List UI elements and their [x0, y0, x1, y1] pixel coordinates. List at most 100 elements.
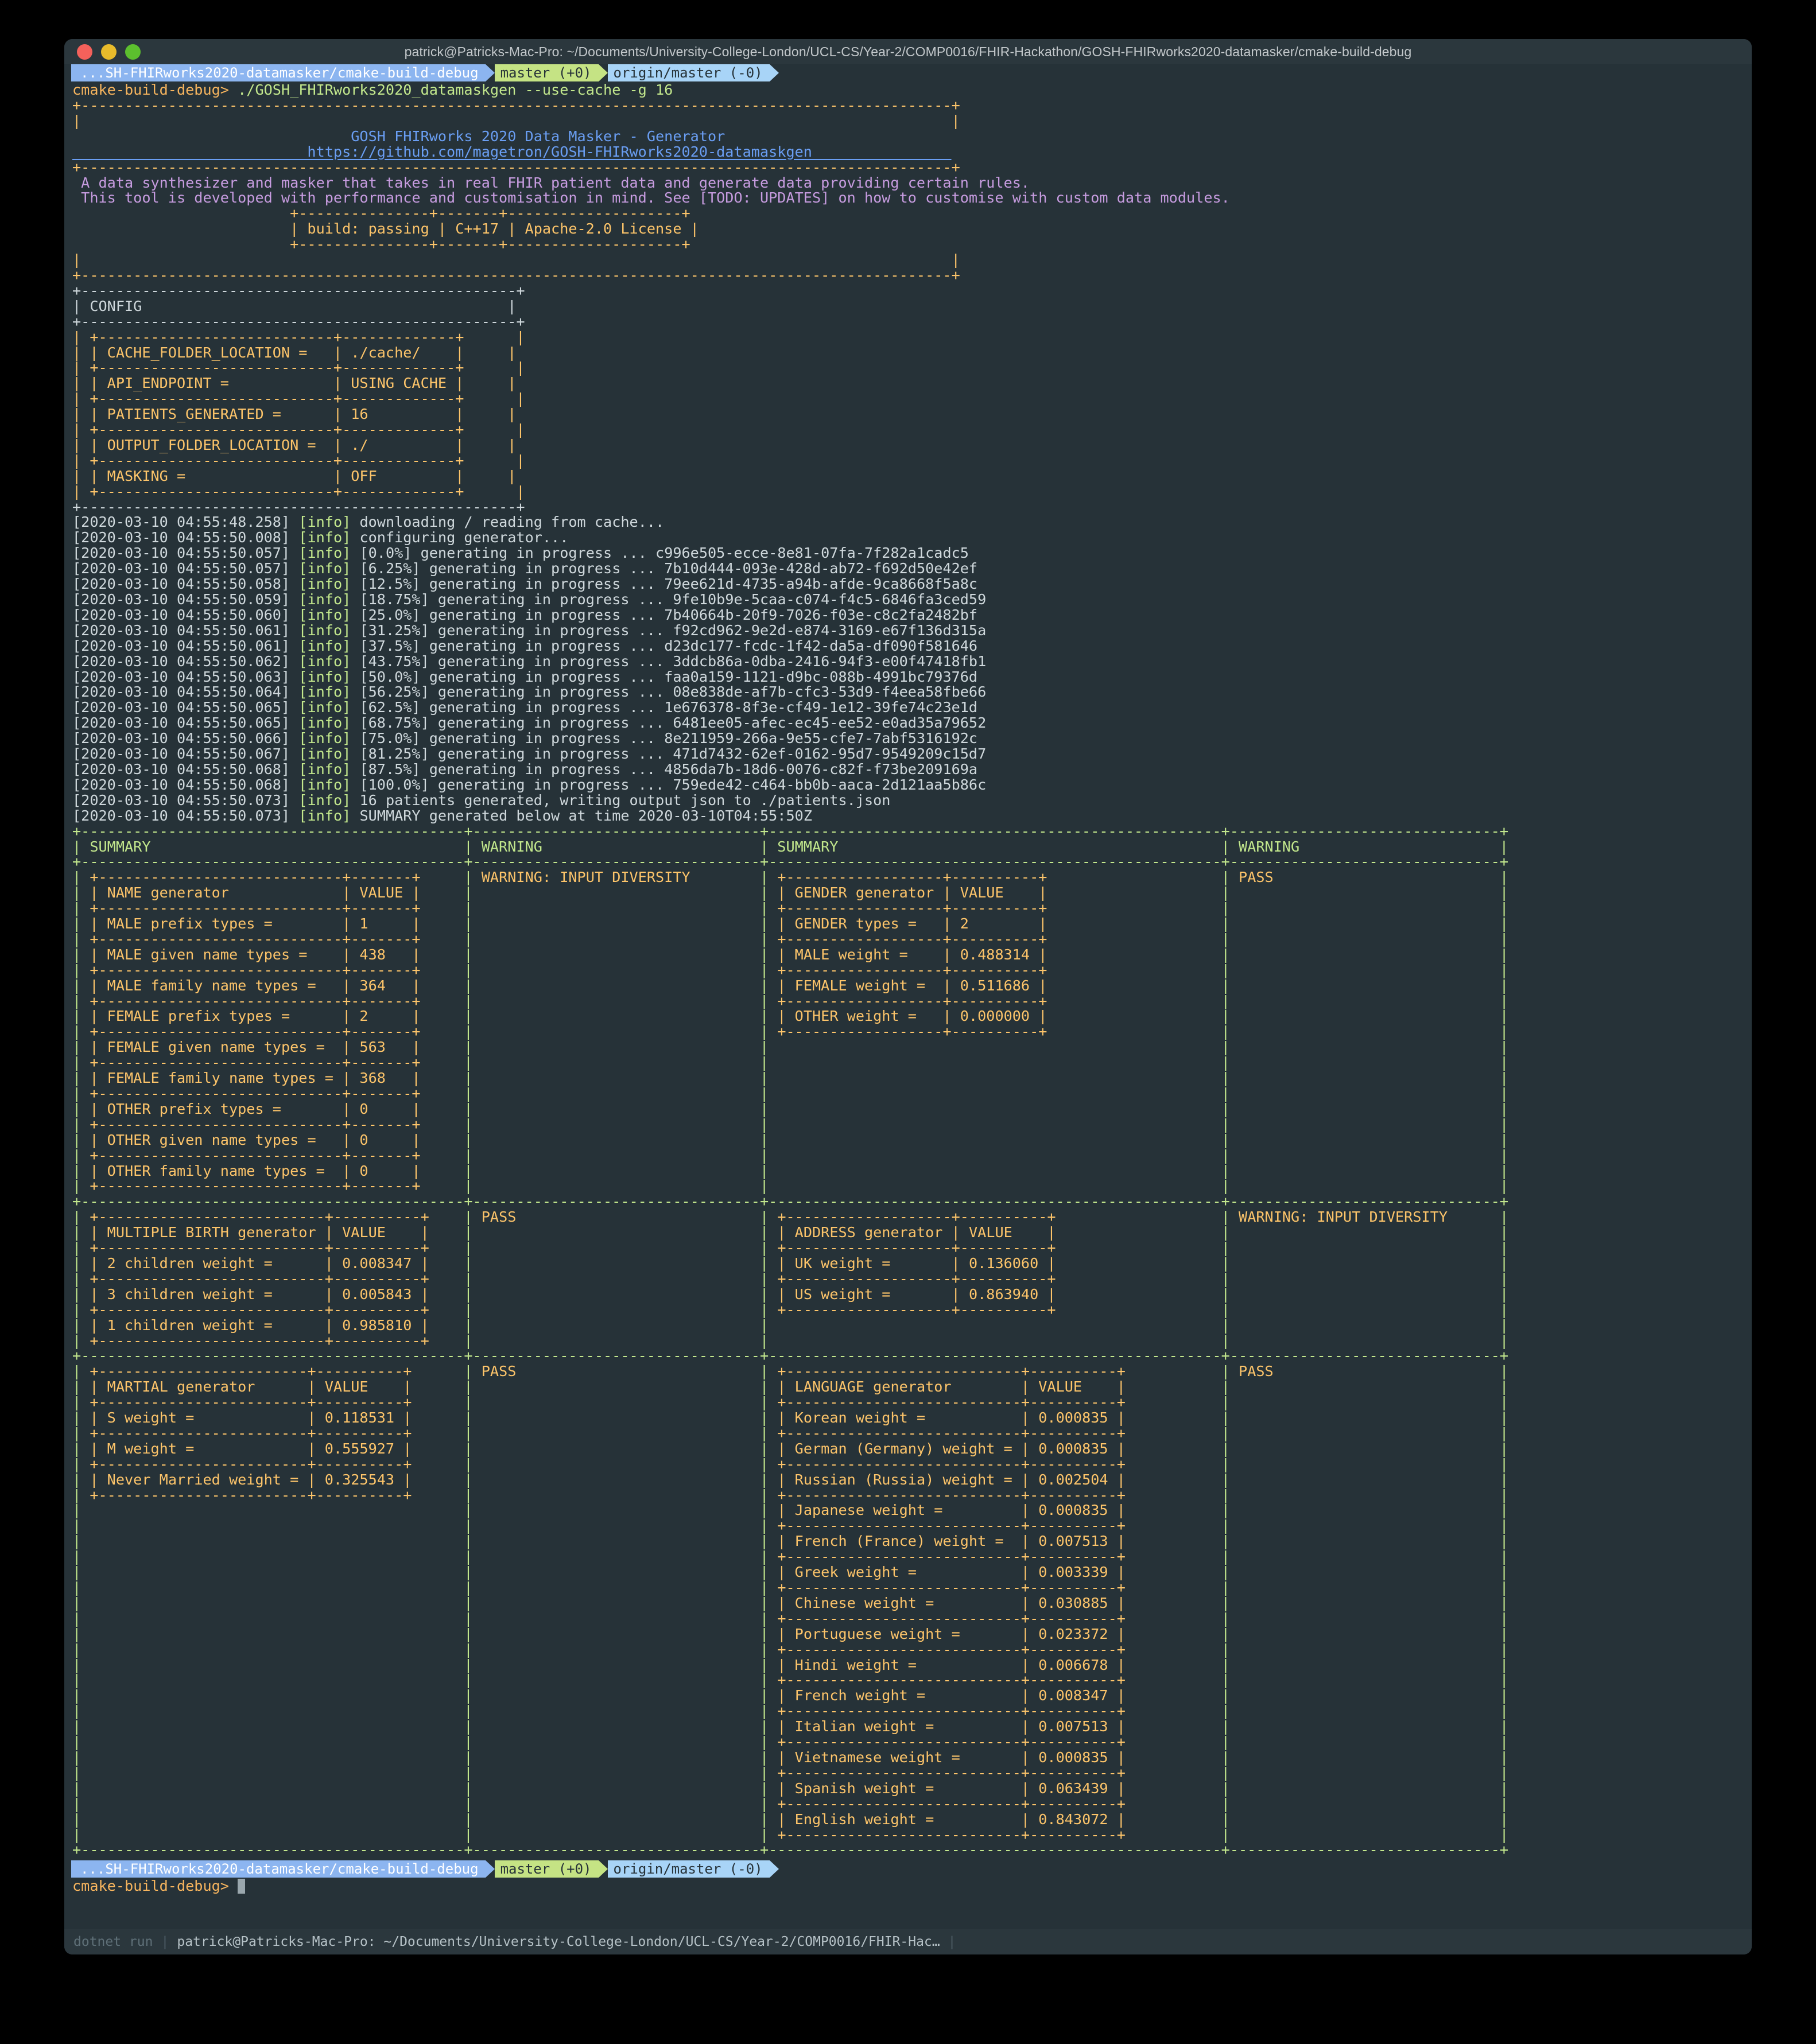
summary-cell: |: [72, 1533, 82, 1550]
summary-column-headers: | SUMMARY | WARNING | SUMMARY | WARNING …: [72, 838, 1509, 855]
summary-cell: |: [72, 1471, 82, 1488]
config-row: | | API_ENDPOINT = | USING CACHE | |: [72, 375, 517, 392]
summary-cell: |: [72, 977, 82, 994]
log-message: [50.0%] generating in progress ... faa0a…: [351, 668, 978, 685]
summary-cell: [769, 1317, 1221, 1334]
summary-cell: [473, 1178, 760, 1194]
summary-cell: |: [1221, 1687, 1230, 1704]
summary-cell: [473, 993, 760, 1009]
summary-cell: |: [760, 946, 769, 963]
log-message: [87.5%] generating in progress ... 4856d…: [351, 760, 978, 778]
summary-cell: |: [760, 1378, 769, 1396]
summary-cell: |: [1221, 1579, 1230, 1596]
summary-cell: [81, 1564, 464, 1580]
summary-row: | | OTHER prefix types = | 0 | | | | |: [72, 1100, 1752, 1117]
summary-cell: |: [72, 1656, 82, 1673]
summary-cell: |: [760, 1533, 769, 1550]
summary-cell: |: [464, 1332, 473, 1349]
summary-cell: [1230, 1178, 1500, 1194]
log-level: [info]: [298, 576, 351, 593]
summary-cell: |: [72, 1254, 82, 1272]
summary-cell: | Vietnamese weight = | 0.000835 |: [769, 1748, 1221, 1766]
log-message: [0.0%] generating in progress ... c996e5…: [351, 545, 969, 562]
summary-cell: |: [464, 1131, 473, 1148]
terminal-statusbar: dotnet run | patrick@Patricks-Mac-Pro: ~…: [64, 1929, 1752, 1954]
summary-cell: |: [760, 1748, 769, 1766]
summary-row: | | M weight = | 0.555927 | | | | German…: [72, 1441, 1752, 1457]
summary-cell: |: [1221, 930, 1230, 947]
summary-cell: |: [72, 1424, 82, 1441]
banner-url: https://github.com/magetron/GOSH-FHIRwor…: [72, 143, 952, 160]
summary-cell: |: [464, 1100, 473, 1117]
summary-row: | | FEMALE given name types = | 563 | | …: [72, 1039, 1752, 1055]
summary-cell: [1230, 1595, 1500, 1611]
summary-cell: |: [1499, 884, 1509, 901]
powerline-arrow-branch-icon: [598, 64, 608, 81]
summary-cell: |: [464, 915, 473, 932]
log-line: [2020-03-10 04:55:50.057] [info] [6.25%]…: [72, 561, 1752, 577]
summary-cell: |: [1499, 1332, 1509, 1349]
summary-cell: [1230, 1286, 1500, 1303]
summary-cell: |: [1499, 1564, 1509, 1581]
summary-cell: [769, 1163, 1221, 1179]
log-timestamp: [2020-03-10 04:55:50.008]: [72, 529, 299, 546]
summary-cell: | MALE weight = | 0.488314 |: [769, 946, 1221, 963]
summary-cell: |: [1499, 1224, 1509, 1241]
summary-cell: | GENDER types = | 2 |: [769, 915, 1221, 932]
summary-outer-rule: +---------------------------------------…: [72, 853, 1509, 871]
summary-row: | | | | Portuguese weight = | 0.023372 |…: [72, 1626, 1752, 1642]
summary-cell: [81, 1626, 464, 1642]
summary-cell: |: [760, 915, 769, 932]
summary-row: | | MALE prefix types = | 1 | | | | GEND…: [72, 916, 1752, 932]
summary-cell: |: [1221, 1054, 1230, 1071]
summary-row: | | | +---------------------------+-----…: [72, 1518, 1752, 1534]
summary-cell: | OTHER prefix types = | 0 |: [81, 1100, 464, 1117]
summary-cell: [473, 900, 760, 916]
banner-top-rule: +---------------------------------------…: [72, 97, 960, 114]
statusbar-process-label: dotnet run: [73, 1934, 153, 1949]
summary-cell: |: [1499, 1301, 1509, 1318]
log-timestamp: [2020-03-10 04:55:48.258]: [72, 514, 299, 531]
summary-cell: |: [72, 1810, 82, 1828]
command-line-bottom[interactable]: cmake-build-debug>: [64, 1878, 1752, 1894]
log-message: configuring generator...: [351, 529, 569, 546]
summary-cell: |: [1499, 1579, 1509, 1596]
summary-cell: |: [464, 1316, 473, 1334]
summary-cell: +---------------------------+----------+: [769, 1579, 1221, 1596]
log-level: [info]: [298, 760, 351, 778]
summary-cell: [1230, 1317, 1500, 1334]
summary-cell: [1230, 1378, 1500, 1395]
summary-cell: |: [72, 1239, 82, 1257]
summary-cell: |: [464, 1826, 473, 1843]
summary-cell: |: [464, 900, 473, 917]
summary-cell: [1230, 946, 1500, 963]
summary-cell: |: [760, 930, 769, 947]
prompt-dir-label: cmake-build-debug>: [72, 81, 229, 98]
close-button-icon[interactable]: [77, 44, 92, 60]
summary-cell: |: [1221, 1734, 1230, 1751]
summary-cell: |: [1221, 1810, 1230, 1828]
summary-cell: [1230, 1394, 1500, 1410]
traffic-lights[interactable]: [77, 39, 141, 64]
summary-cell: |: [464, 1564, 473, 1581]
summary-cell: |: [72, 946, 82, 963]
summary-cell: |: [760, 1394, 769, 1411]
summary-row: | | | | French (France) weight = | 0.007…: [72, 1533, 1752, 1550]
summary-cell: |: [464, 1224, 473, 1241]
summary-cell: |: [72, 1162, 82, 1179]
minimize-button-icon[interactable]: [101, 44, 117, 60]
summary-cell: |: [1221, 1378, 1230, 1396]
summary-cell: [1230, 1440, 1500, 1457]
summary-cell: +--------------------------+----------+: [81, 1301, 464, 1318]
terminal-content[interactable]: ...SH-FHIRworks2020-datamasker/cmake-bui…: [64, 64, 1752, 1954]
summary-cell: |: [1499, 1394, 1509, 1411]
window-titlebar[interactable]: patrick@Patricks-Mac-Pro: ~/Documents/Un…: [64, 39, 1752, 64]
summary-cell: +----------------------------+-------+: [81, 961, 464, 978]
log-line: [2020-03-10 04:55:50.065] [info] [62.5%]…: [72, 700, 1752, 716]
maximize-button-icon[interactable]: [125, 44, 141, 60]
summary-row: | +------------------------+----------+ …: [72, 1487, 1752, 1503]
summary-cell: |: [1221, 1440, 1230, 1457]
log-timestamp: [2020-03-10 04:55:50.073]: [72, 791, 299, 809]
prompt-git-branch-segment: master (+0): [494, 64, 599, 81]
summary-cell: [473, 1517, 760, 1534]
